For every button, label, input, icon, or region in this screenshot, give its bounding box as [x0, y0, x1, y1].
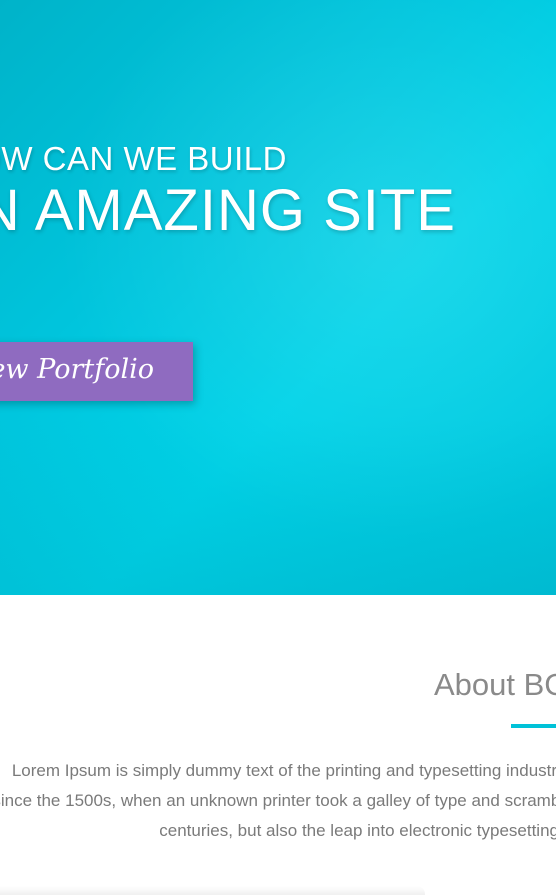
- hero-title: AN AMAZING SITE: [0, 178, 456, 243]
- page: HOW CAN WE BUILD AN AMAZING SITE View Po…: [0, 0, 556, 895]
- about-text-line: centuries, but also the leap into electr…: [159, 821, 556, 840]
- about-text-line: since the 1500s, when an unknown printer…: [0, 791, 556, 810]
- about-heading: About BG: [434, 667, 556, 702]
- about-heading-underline: [511, 724, 556, 728]
- view-portfolio-button[interactable]: View Portfolio: [0, 342, 193, 401]
- card-edge-shadow: [0, 886, 425, 895]
- hero-section: HOW CAN WE BUILD AN AMAZING SITE View Po…: [0, 0, 556, 595]
- about-text-line: Lorem Ipsum is simply dummy text of the …: [11, 761, 556, 780]
- hero-subtitle: HOW CAN WE BUILD: [0, 140, 287, 177]
- view-portfolio-button-label: View Portfolio: [0, 354, 154, 385]
